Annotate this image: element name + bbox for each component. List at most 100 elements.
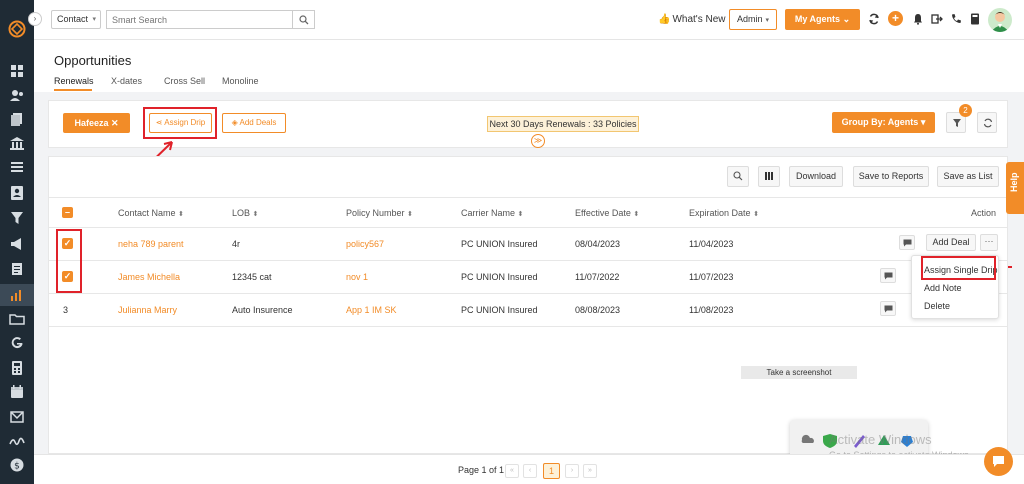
handshake-icon: ◈ xyxy=(231,118,238,127)
sidebar-mail-icon[interactable] xyxy=(9,409,25,425)
column-header-expiration-date[interactable]: Expiration Date ⬍ xyxy=(689,208,759,218)
column-header-policy-number[interactable]: Policy Number ⬍ xyxy=(346,208,413,218)
chat-icon xyxy=(993,456,1004,467)
previous-page-button[interactable]: ‹ xyxy=(523,464,537,478)
column-header-contact-name[interactable]: Contact Name ⬍ xyxy=(118,208,184,218)
user-avatar-icon xyxy=(991,12,1009,32)
tab-cross-sell[interactable]: Cross Sell xyxy=(164,76,205,86)
select-all-checkbox[interactable]: – xyxy=(62,207,73,218)
search-icon xyxy=(733,171,743,181)
contact-type-select[interactable]: Contact ▾ xyxy=(51,10,101,29)
add-deal-button[interactable]: Add Deal xyxy=(926,234,976,251)
sidebar-dashboard-icon[interactable] xyxy=(9,63,25,79)
sidebar-documents-icon[interactable] xyxy=(9,111,25,127)
sidebar-filter-icon[interactable] xyxy=(9,210,25,226)
phone-icon[interactable] xyxy=(950,13,962,25)
first-page-button[interactable]: « xyxy=(505,464,519,478)
active-tab-indicator xyxy=(54,89,92,91)
whats-new-link[interactable]: 👍 What's New xyxy=(658,14,726,25)
delete-menu-item[interactable]: Delete xyxy=(924,301,950,311)
current-page-button[interactable]: 1 xyxy=(543,463,560,479)
sort-icon: ⬍ xyxy=(753,211,759,218)
sidebar-notes-icon[interactable] xyxy=(9,261,25,277)
user-avatar[interactable] xyxy=(988,8,1012,32)
divider xyxy=(49,326,1007,327)
download-button[interactable]: Download xyxy=(789,166,843,187)
carrier-name-cell: PC UNION Insured xyxy=(461,239,538,249)
my-agents-label: My Agents xyxy=(794,14,841,24)
sidebar-collapse-button[interactable]: › xyxy=(28,12,42,26)
column-header-lob[interactable]: LOB ⬍ xyxy=(232,208,258,218)
sort-icon: ⬍ xyxy=(407,211,413,218)
chat-launcher-button[interactable] xyxy=(984,447,1013,476)
message-button[interactable] xyxy=(880,268,896,283)
sidebar-calculator-icon[interactable] xyxy=(9,360,25,376)
column-header-carrier-name[interactable]: Carrier Name ⬍ xyxy=(461,208,523,218)
add-note-menu-item[interactable]: Add Note xyxy=(924,283,962,293)
sidebar-megaphone-icon[interactable] xyxy=(9,236,25,252)
filter-panel: Hafeeza ✕ ⋖ Assign Drip ◈ Add Deals Next… xyxy=(48,100,1008,148)
help-tab[interactable]: Help xyxy=(1006,162,1024,214)
group-by-label: Group By: Agents xyxy=(841,117,919,127)
sidebar-billing-icon[interactable]: $ xyxy=(9,457,25,473)
column-settings-button[interactable] xyxy=(758,166,780,187)
sidebar-signature-icon[interactable] xyxy=(9,433,25,449)
policy-number-link[interactable]: policy567 xyxy=(346,239,384,249)
my-agents-button[interactable]: My Agents ⌄ xyxy=(785,9,860,30)
carrier-name-cell: PC UNION Insured xyxy=(461,305,538,315)
last-page-button[interactable]: » xyxy=(583,464,597,478)
take-screenshot-tooltip[interactable]: Take a screenshot xyxy=(741,366,857,379)
tab-monoline[interactable]: Monoline xyxy=(222,76,259,86)
sidebar-contacts-icon[interactable] xyxy=(9,87,25,103)
chevron-down-icon: ▾ xyxy=(765,17,770,24)
column-label: Effective Date xyxy=(575,208,631,218)
sidebar-contact-card-icon[interactable] xyxy=(9,185,25,201)
policy-number-link[interactable]: nov 1 xyxy=(346,272,368,282)
search-button[interactable] xyxy=(292,10,315,29)
message-button[interactable] xyxy=(899,235,915,250)
policy-number-link[interactable]: App 1 IM SK xyxy=(346,305,397,315)
expiration-date-cell: 11/07/2023 xyxy=(689,272,734,282)
contact-name-link[interactable]: neha 789 parent xyxy=(118,239,184,249)
notification-bell-icon[interactable] xyxy=(912,13,924,25)
sidebar-bank-icon[interactable] xyxy=(9,135,25,151)
quick-add-button[interactable]: + xyxy=(888,11,903,26)
reset-button[interactable] xyxy=(977,112,997,133)
calculator-icon[interactable] xyxy=(969,13,981,25)
contact-name-link[interactable]: James Michella xyxy=(118,272,180,282)
save-as-list-button[interactable]: Save as List xyxy=(937,166,999,187)
sidebar-folder-icon[interactable] xyxy=(9,311,25,327)
column-header-effective-date[interactable]: Effective Date ⬍ xyxy=(575,208,639,218)
expand-filters-button[interactable]: ≫ xyxy=(531,134,545,148)
contact-name-link[interactable]: Julianna Marry xyxy=(118,305,177,315)
divider xyxy=(49,197,1007,198)
carrier-name-cell: PC UNION Insured xyxy=(461,272,538,282)
page-title: Opportunities xyxy=(54,53,132,68)
sort-icon: ⬍ xyxy=(633,211,640,218)
save-to-reports-button[interactable]: Save to Reports xyxy=(853,166,929,187)
message-icon xyxy=(903,239,912,247)
svg-text:$: $ xyxy=(14,462,20,472)
table-search-button[interactable] xyxy=(727,166,749,187)
sidebar-list-icon[interactable] xyxy=(9,159,25,175)
sort-icon: ⬍ xyxy=(178,211,184,218)
column-label: Contact Name xyxy=(118,208,176,218)
admin-role-select[interactable]: Admin ▾ xyxy=(729,9,777,30)
logout-icon[interactable] xyxy=(931,13,943,25)
more-actions-button[interactable]: ··· xyxy=(980,234,998,251)
add-deals-button[interactable]: ◈ Add Deals xyxy=(222,113,286,133)
refresh-icon[interactable] xyxy=(868,13,880,25)
next-page-button[interactable]: › xyxy=(565,464,579,478)
group-by-select[interactable]: Group By: Agents ▾ xyxy=(832,112,935,133)
agent-filter-chip[interactable]: Hafeeza ✕ xyxy=(63,113,130,133)
company-logo xyxy=(8,20,26,38)
tab-x-dates[interactable]: X-dates xyxy=(111,76,142,86)
close-icon[interactable]: ✕ xyxy=(111,118,119,128)
message-button[interactable] xyxy=(880,301,896,316)
sidebar-calendar-icon[interactable] xyxy=(9,384,25,400)
tab-renewals[interactable]: Renewals xyxy=(54,76,94,86)
pagination-bar: Page 1 of 1 « ‹ 1 › » xyxy=(34,454,1024,484)
smart-search-input[interactable] xyxy=(106,10,292,29)
sidebar-opportunities-icon[interactable] xyxy=(9,287,25,303)
sidebar-google-icon[interactable] xyxy=(9,335,25,351)
